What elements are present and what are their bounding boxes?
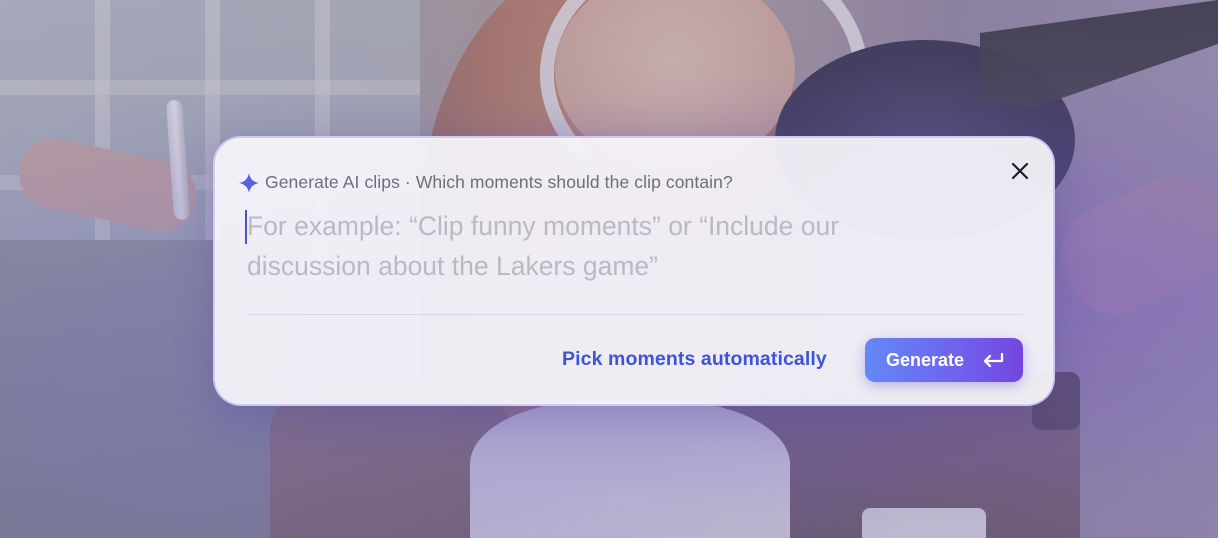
generate-button-label: Generate xyxy=(886,349,965,370)
sparkle-icon xyxy=(239,172,259,193)
dialog-header: Generate AI clips · Which moments should… xyxy=(239,172,733,193)
app-stage: Generate AI clips · Which moments should… xyxy=(0,0,1218,538)
generate-ai-clips-dialog: Generate AI clips · Which moments should… xyxy=(213,136,1055,406)
close-button[interactable] xyxy=(1005,156,1035,186)
prompt-area xyxy=(245,206,965,296)
divider xyxy=(247,314,1023,315)
prompt-input[interactable] xyxy=(247,206,947,296)
close-icon xyxy=(1011,162,1029,180)
enter-return-icon xyxy=(983,352,1004,368)
dialog-title: Generate AI clips · Which moments should… xyxy=(265,172,733,192)
pick-moments-automatically-link[interactable]: Pick moments automatically xyxy=(562,348,827,371)
generate-button[interactable]: Generate xyxy=(865,338,1023,382)
